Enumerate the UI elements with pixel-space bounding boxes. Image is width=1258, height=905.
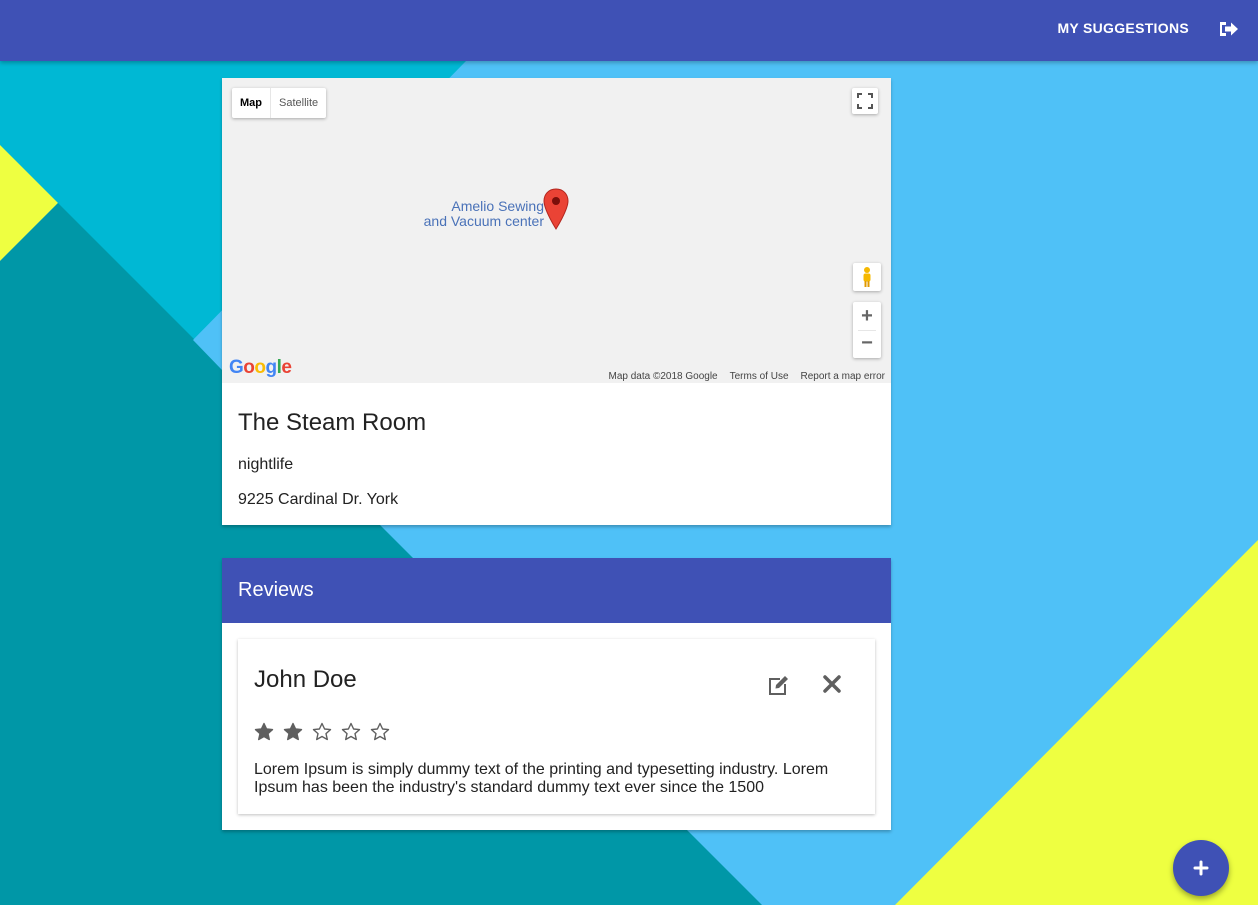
my-suggestions-link[interactable]: MY SUGGESTIONS [1057,20,1189,36]
map-place-label[interactable]: Amelio Sewing and Vacuum center [419,199,544,229]
map-data-attribution: Map data ©2018 Google [608,371,718,382]
close-icon[interactable] [821,673,843,695]
google-logo-letter: e [281,357,292,378]
pegman-icon [863,267,871,287]
map-type-control: Map Satellite [232,88,327,118]
place-card: Map Satellite + − Amelio Sewing and Vacu… [222,78,891,525]
reviews-header: Reviews [222,558,891,623]
place-name: The Steam Room [238,409,427,436]
google-logo: Google [229,357,292,379]
fullscreen-button[interactable] [852,88,878,114]
add-suggestion-button[interactable] [1173,840,1229,896]
rating-stars [254,722,390,742]
place-address: 9225 Cardinal Dr. York [238,491,399,508]
reviews-title: Reviews [238,579,314,601]
google-logo-letter: g [265,357,278,378]
google-logo-letter: G [229,357,244,378]
star-filled-icon[interactable] [254,722,274,742]
review-text: Lorem Ipsum is simply dummy text of the … [254,761,829,796]
sign-out-icon[interactable] [1218,19,1240,39]
star-empty-icon[interactable] [312,722,332,742]
edit-icon[interactable] [766,672,792,698]
report-map-error-link[interactable]: Report a map error [801,371,885,382]
map-view[interactable]: Map Satellite + − Amelio Sewing and Vacu… [222,78,891,383]
map-place-label-line1: Amelio Sewing [451,198,544,214]
zoom-out-button[interactable]: − [853,331,881,358]
google-logo-letter: o [254,357,266,378]
map-type-satellite[interactable]: Satellite [271,88,326,118]
star-filled-icon[interactable] [283,722,303,742]
street-view-button[interactable] [853,263,881,291]
fullscreen-icon [857,93,873,109]
map-marker-icon[interactable] [543,188,569,230]
reviewer-name: John Doe [254,666,357,693]
map-place-label-line2: and Vacuum center [423,213,544,229]
app-bar: MY SUGGESTIONS [0,0,1258,61]
zoom-in-button[interactable]: + [853,302,881,330]
terms-of-use-link[interactable]: Terms of Use [730,371,789,382]
plus-icon [1193,860,1209,876]
star-empty-icon[interactable] [370,722,390,742]
reviews-card: Reviews John Doe Lorem Ipsum is simply d… [222,558,891,830]
map-type-map[interactable]: Map [232,88,271,118]
zoom-control: + − [853,302,881,358]
google-logo-letter: o [243,357,255,378]
map-footer: Map data ©2018 Google Terms of Use Repor… [608,371,885,382]
star-empty-icon[interactable] [341,722,361,742]
review-item: John Doe Lorem Ipsum is simply dummy tex… [238,639,875,814]
place-category: nightlife [238,456,294,473]
